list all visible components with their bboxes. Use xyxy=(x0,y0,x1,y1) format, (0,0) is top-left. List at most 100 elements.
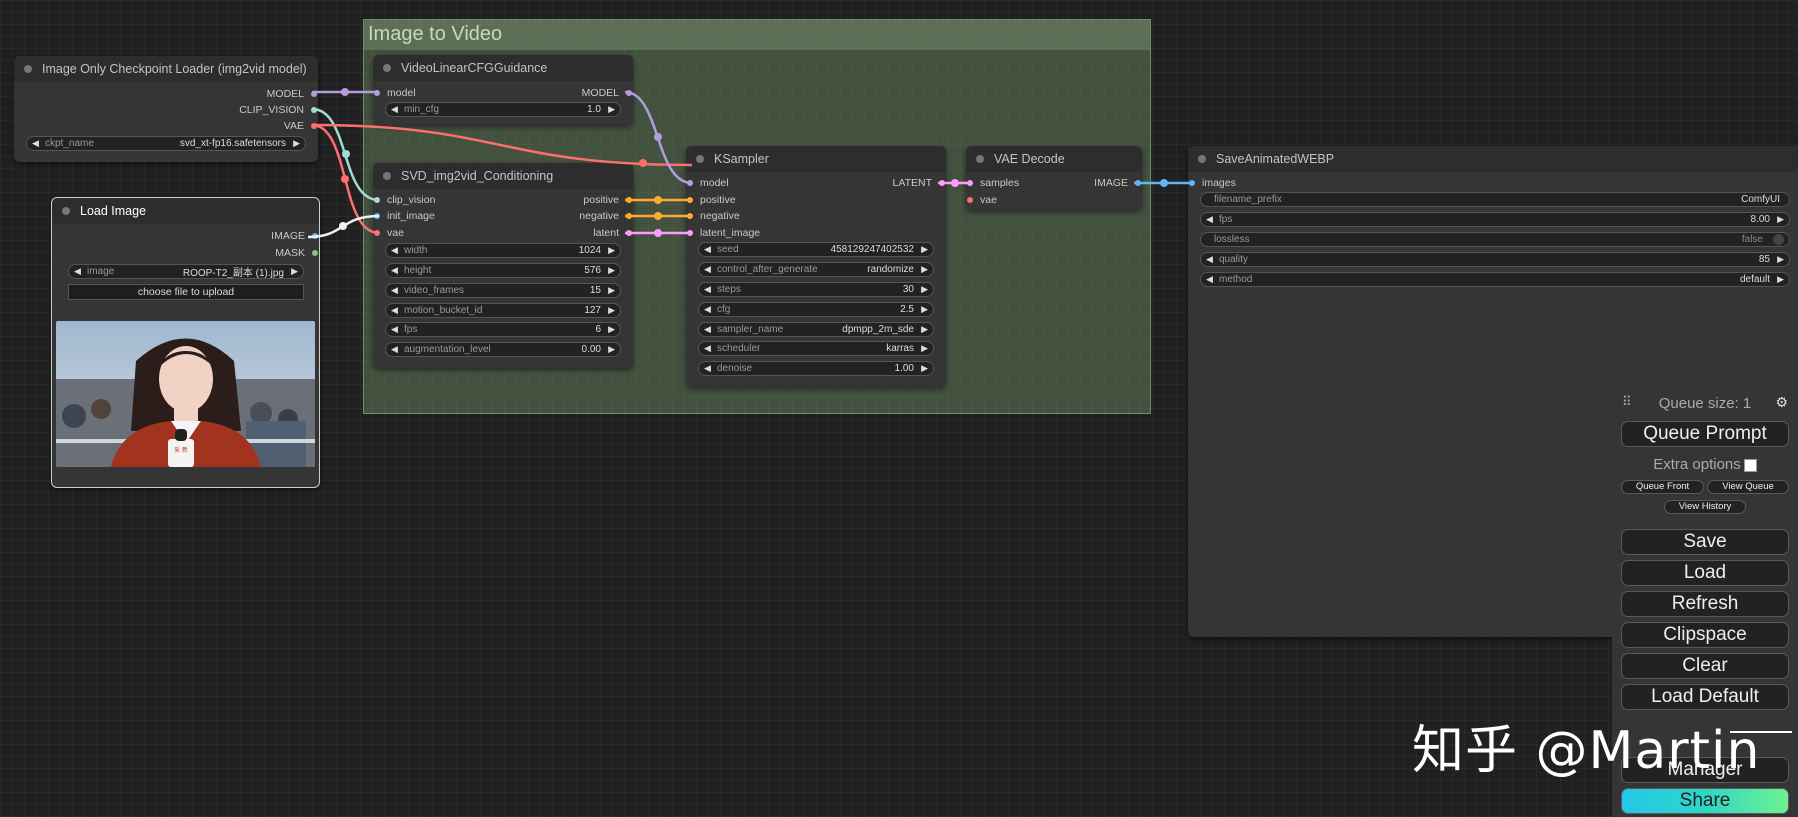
widget-filename-prefix[interactable]: filename_prefix ComfyUI xyxy=(1200,192,1790,207)
output-image[interactable]: IMAGE xyxy=(1094,176,1142,190)
widget-min-cfg[interactable]: ◀ min_cfg 1.0 ▶ xyxy=(385,102,621,117)
input-vae[interactable]: vae xyxy=(966,193,997,207)
slot-dot-icon[interactable] xyxy=(687,180,693,186)
arrow-right-icon[interactable]: ▶ xyxy=(918,324,928,335)
arrow-left-icon[interactable]: ◀ xyxy=(1206,254,1216,265)
widget-denoise[interactable]: ◀ denoise 1.00 ▶ xyxy=(698,361,934,376)
widget-fps[interactable]: ◀ fps 6 ▶ xyxy=(385,322,621,337)
widget-image[interactable]: ◀ image ROOP-T2_副本 (1).jpg ▶ xyxy=(68,264,304,279)
arrow-right-icon[interactable]: ▶ xyxy=(605,265,615,276)
view-history-button[interactable]: View History xyxy=(1664,500,1746,514)
output-vae[interactable]: VAE xyxy=(284,119,318,133)
arrow-right-icon[interactable]: ▶ xyxy=(605,104,615,115)
widget-augmentation-level[interactable]: ◀ augmentation_level 0.00 ▶ xyxy=(385,342,621,357)
widget-steps[interactable]: ◀ steps 30 ▶ xyxy=(698,282,934,297)
load-button[interactable]: Load xyxy=(1621,560,1789,586)
slot-dot-icon[interactable] xyxy=(374,230,380,236)
output-image[interactable]: IMAGE xyxy=(271,229,319,243)
slot-dot-icon[interactable] xyxy=(967,197,973,203)
output-model[interactable]: MODEL xyxy=(267,87,318,101)
arrow-right-icon[interactable]: ▶ xyxy=(605,245,615,256)
slot-dot-icon[interactable] xyxy=(311,91,317,97)
arrow-right-icon[interactable]: ▶ xyxy=(918,284,928,295)
input-negative[interactable]: negative xyxy=(686,209,740,223)
arrow-right-icon[interactable]: ▶ xyxy=(1774,214,1784,225)
arrow-left-icon[interactable]: ◀ xyxy=(391,305,401,316)
refresh-button[interactable]: Refresh xyxy=(1621,591,1789,617)
clear-button[interactable]: Clear xyxy=(1621,653,1789,679)
choose-file-button[interactable]: choose file to upload xyxy=(68,284,304,300)
widget-height[interactable]: ◀ height 576 ▶ xyxy=(385,263,621,278)
widget-method[interactable]: ◀ method default ▶ xyxy=(1200,272,1790,287)
slot-dot-icon[interactable] xyxy=(687,197,693,203)
load-default-button[interactable]: Load Default xyxy=(1621,684,1789,710)
slot-dot-icon[interactable] xyxy=(687,213,693,219)
arrow-left-icon[interactable]: ◀ xyxy=(704,343,714,354)
node-ksampler[interactable]: KSampler model positive negative latent_… xyxy=(686,146,946,387)
arrow-left-icon[interactable]: ◀ xyxy=(704,244,714,255)
arrow-left-icon[interactable]: ◀ xyxy=(32,138,42,149)
slot-dot-icon[interactable] xyxy=(374,197,380,203)
widget-quality[interactable]: ◀ quality 85 ▶ xyxy=(1200,252,1790,267)
input-images[interactable]: images xyxy=(1188,176,1236,190)
widget-scheduler[interactable]: ◀ scheduler karras ▶ xyxy=(698,341,934,356)
collapse-dot-icon[interactable] xyxy=(383,64,391,72)
node-header[interactable]: VideoLinearCFGGuidance xyxy=(373,55,633,81)
slot-dot-icon[interactable] xyxy=(374,90,380,96)
arrow-right-icon[interactable]: ▶ xyxy=(918,343,928,354)
output-latent[interactable]: latent xyxy=(593,226,633,240)
input-samples[interactable]: samples xyxy=(966,176,1019,190)
collapse-dot-icon[interactable] xyxy=(1198,155,1206,163)
output-mask[interactable]: MASK xyxy=(275,246,319,260)
arrow-right-icon[interactable]: ▶ xyxy=(918,363,928,374)
input-positive[interactable]: positive xyxy=(686,193,736,207)
collapse-dot-icon[interactable] xyxy=(24,65,32,73)
arrow-left-icon[interactable]: ◀ xyxy=(391,245,401,256)
slot-dot-icon[interactable] xyxy=(312,250,318,256)
node-header[interactable]: VAE Decode xyxy=(966,146,1142,172)
input-model[interactable]: model xyxy=(686,176,729,190)
save-button[interactable]: Save xyxy=(1621,529,1789,555)
collapse-dot-icon[interactable] xyxy=(696,155,704,163)
slot-dot-icon[interactable] xyxy=(311,123,317,129)
input-init-image[interactable]: init_image xyxy=(373,209,435,223)
slot-dot-icon[interactable] xyxy=(374,213,380,219)
arrow-left-icon[interactable]: ◀ xyxy=(391,285,401,296)
arrow-left-icon[interactable]: ◀ xyxy=(74,266,84,277)
node-header[interactable]: SaveAnimatedWEBP xyxy=(1188,146,1798,172)
slot-dot-icon[interactable] xyxy=(311,107,317,113)
arrow-left-icon[interactable]: ◀ xyxy=(704,264,714,275)
gear-icon[interactable]: ⚙ xyxy=(1775,394,1788,411)
widget-cfg[interactable]: ◀ cfg 2.5 ▶ xyxy=(698,302,934,317)
arrow-left-icon[interactable]: ◀ xyxy=(391,324,401,335)
collapse-dot-icon[interactable] xyxy=(62,207,70,215)
widget-sampler-name[interactable]: ◀ sampler_name dpmpp_2m_sde ▶ xyxy=(698,322,934,337)
arrow-right-icon[interactable]: ▶ xyxy=(605,285,615,296)
arrow-left-icon[interactable]: ◀ xyxy=(704,304,714,315)
arrow-left-icon[interactable]: ◀ xyxy=(704,363,714,374)
arrow-left-icon[interactable]: ◀ xyxy=(391,344,401,355)
slot-dot-icon[interactable] xyxy=(687,230,693,236)
graph-canvas[interactable]: Image to Video Image Only Checkpoint Loa… xyxy=(0,0,1798,817)
slot-dot-icon[interactable] xyxy=(1189,180,1195,186)
node-header[interactable]: KSampler xyxy=(686,146,946,172)
arrow-left-icon[interactable]: ◀ xyxy=(704,324,714,335)
widget-seed[interactable]: ◀ seed 458129247402532 ▶ xyxy=(698,242,934,257)
input-vae[interactable]: vae xyxy=(373,226,404,240)
arrow-right-icon[interactable]: ▶ xyxy=(288,266,298,277)
arrow-right-icon[interactable]: ▶ xyxy=(918,244,928,255)
arrow-left-icon[interactable]: ◀ xyxy=(391,265,401,276)
widget-fps[interactable]: ◀ fps 8.00 ▶ xyxy=(1200,212,1790,227)
slot-dot-icon[interactable] xyxy=(626,230,632,236)
widget-width[interactable]: ◀ width 1024 ▶ xyxy=(385,243,621,258)
arrow-right-icon[interactable]: ▶ xyxy=(290,138,300,149)
arrow-right-icon[interactable]: ▶ xyxy=(1774,274,1784,285)
share-button[interactable]: Share xyxy=(1621,788,1789,814)
widget-lossless-toggle[interactable]: lossless false xyxy=(1200,232,1790,247)
output-negative[interactable]: negative xyxy=(579,209,633,223)
widget-motion-bucket-id[interactable]: ◀ motion_bucket_id 127 ▶ xyxy=(385,303,621,318)
slot-dot-icon[interactable] xyxy=(312,233,318,239)
extra-options-checkbox[interactable] xyxy=(1743,458,1757,472)
widget-ckpt-name[interactable]: ◀ ckpt_name svd_xt-fp16.safetensors ▶ xyxy=(26,136,306,151)
queue-prompt-button[interactable]: Queue Prompt xyxy=(1621,421,1789,447)
